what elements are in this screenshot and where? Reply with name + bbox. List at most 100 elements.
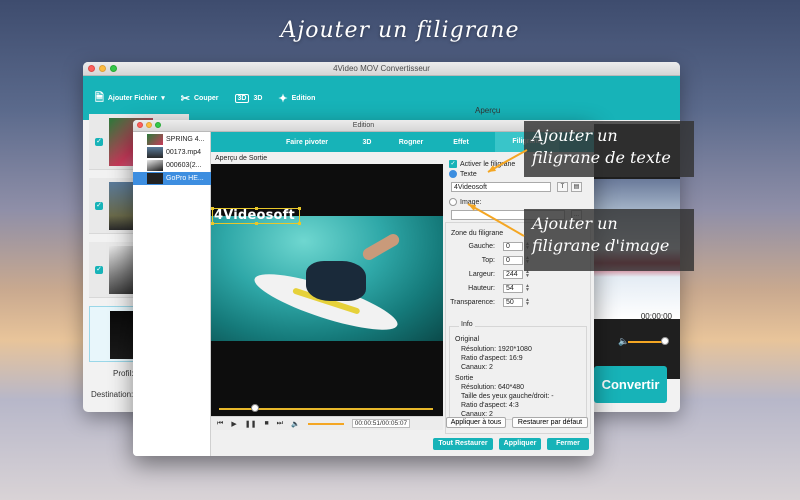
height-input[interactable]: 54 [503, 284, 523, 293]
next-icon[interactable]: ⏭ [277, 420, 283, 428]
minimize-edition-button[interactable] [146, 122, 152, 128]
chevron-down-icon[interactable]: ▾ [161, 94, 165, 102]
file-name: GoPro HE... [166, 175, 204, 182]
pause-icon[interactable]: ❚❚ [245, 420, 257, 428]
minimize-window-button[interactable] [99, 65, 106, 72]
preview-time: 00:00:00 [640, 312, 672, 321]
add-file-button[interactable]: 🗎 Ajouter Fichier ▾ [95, 89, 165, 108]
enable-watermark-row[interactable]: ✓ Activer le filigrane [449, 160, 515, 168]
edition-window-controls [137, 122, 161, 128]
output-preview-label: Aperçu de Sortie [215, 155, 268, 162]
file-checkbox[interactable]: ✓ [95, 202, 103, 210]
main-titlebar: 4Video MOV Convertisseur [83, 62, 680, 76]
top-label: Top: [481, 257, 495, 264]
time-display: 00:00:51/00:05:07 [351, 419, 411, 428]
width-stepper[interactable]: ▲ ▼ [525, 270, 531, 279]
preview-heading: Aperçu [475, 106, 501, 115]
text-watermark-callout: Ajouter un filigrane de texte [524, 121, 694, 177]
output-resolution: Résolution: 640*480 [461, 384, 525, 391]
apply-to-all-button[interactable]: Appliquer à tous [446, 417, 506, 428]
edition-file-item[interactable]: 00173.mp4 [133, 146, 211, 159]
add-file-label: Ajouter Fichier [107, 94, 158, 102]
stop-icon[interactable]: ■ [264, 420, 268, 427]
restore-default-button[interactable]: Restaurer par défaut [512, 417, 588, 428]
headline: Ajouter un filigrane [280, 18, 520, 43]
edit-label: Edition [291, 94, 316, 102]
threed-button[interactable]: 3D 3D [234, 93, 262, 103]
text-radio[interactable] [449, 170, 457, 178]
image-radio[interactable] [449, 198, 457, 206]
file-checkbox[interactable]: ✓ [95, 138, 103, 146]
volume-slider-knob[interactable] [661, 337, 669, 345]
tab-rotate[interactable]: Faire pivoter [261, 139, 353, 146]
file-thumbnail [147, 173, 163, 184]
original-channels: Canaux: 2 [461, 364, 493, 371]
file-thumbnail [147, 147, 163, 158]
resize-handle[interactable] [255, 222, 258, 225]
main-window-title: 4Video MOV Convertisseur [333, 64, 430, 73]
scissors-icon: ✂ [180, 92, 190, 105]
image-label: Image: [460, 198, 482, 206]
volume-slider[interactable] [307, 422, 344, 425]
file-name: 00173.mp4 [166, 149, 202, 156]
restore-all-button[interactable]: Tout Restaurer [433, 438, 493, 450]
resize-handle[interactable] [255, 207, 258, 210]
tab-3d[interactable]: 3D [353, 139, 381, 146]
file-checkbox[interactable]: ✓ [95, 266, 103, 274]
apply-button[interactable]: Appliquer [499, 438, 541, 450]
cut-button[interactable]: ✂ Couper [181, 92, 219, 105]
profile-label: Profil: [113, 369, 134, 378]
edition-file-item-selected[interactable]: GoPro HE... [133, 172, 211, 185]
left-label: Gauche: [468, 243, 495, 250]
tab-crop[interactable]: Rogner [381, 139, 441, 146]
output-video-preview: 4Videosoft [211, 164, 443, 416]
surfer-arm-image [360, 231, 402, 263]
play-icon[interactable]: ▶ [231, 420, 236, 428]
video-frame [211, 216, 443, 341]
threed-icon: 3D [234, 93, 250, 103]
watermark-panel: ✓ Activer le filigrane Texte 4Videosoft … [445, 156, 591, 434]
enable-watermark-checkbox[interactable]: ✓ [449, 160, 457, 168]
color-button[interactable]: ▤ [571, 182, 582, 192]
output-title: Sortie [455, 375, 474, 382]
info-title: Info [459, 321, 475, 328]
close-edition-button[interactable] [137, 122, 143, 128]
height-stepper[interactable]: ▲ ▼ [525, 284, 531, 293]
image-watermark-callout-text: Ajouter un filigrane d'image [532, 214, 670, 255]
file-name: 000603(2... [166, 162, 202, 169]
edition-file-item[interactable]: 000603(2... [133, 159, 211, 172]
file-thumbnail [147, 160, 163, 171]
seek-knob[interactable] [251, 404, 259, 412]
top-input[interactable]: 0 [503, 256, 523, 265]
file-name: SPRING 4... [166, 136, 205, 143]
width-input[interactable]: 244 [503, 270, 523, 279]
zoom-window-button[interactable] [110, 65, 117, 72]
transparency-stepper[interactable]: ▲ ▼ [525, 298, 531, 307]
watermark-overlay[interactable]: 4Videosoft [211, 207, 301, 225]
original-ratio: Ratio d'aspect: 16:9 [461, 355, 523, 362]
previous-icon[interactable]: ⏮ [217, 420, 223, 428]
convert-button[interactable]: Convertir [594, 366, 667, 403]
original-resolution: Résolution: 1920*1080 [461, 346, 532, 353]
zoom-edition-button[interactable] [155, 122, 161, 128]
tab-effect[interactable]: Effet [441, 139, 481, 146]
resize-handle[interactable] [298, 207, 301, 210]
close-window-button[interactable] [88, 65, 95, 72]
volume-icon[interactable]: 🔈 [291, 420, 300, 428]
image-option-row[interactable]: Image: [449, 198, 481, 206]
original-title: Original [455, 336, 480, 343]
add-file-icon: 🗎 [95, 91, 104, 104]
edit-button[interactable]: ✦ Edition [278, 92, 315, 105]
magic-wand-icon: ✦ [278, 92, 288, 105]
font-button[interactable]: T [557, 182, 568, 192]
close-button[interactable]: Fermer [547, 438, 589, 450]
resize-handle[interactable] [211, 222, 214, 225]
transparency-input[interactable]: 50 [503, 298, 523, 307]
edition-file-item[interactable]: SPRING 4... [133, 133, 211, 146]
text-option-row[interactable]: Texte [449, 170, 477, 178]
player-controls: ⏮ ▶ ❚❚ ■ ⏭ 🔈 00:00:51/00:05:07 [211, 416, 443, 430]
left-input[interactable]: 0 [503, 242, 523, 251]
resize-handle[interactable] [298, 222, 301, 225]
watermark-text-input[interactable]: 4Videosoft [451, 182, 551, 192]
resize-handle[interactable] [211, 207, 214, 210]
